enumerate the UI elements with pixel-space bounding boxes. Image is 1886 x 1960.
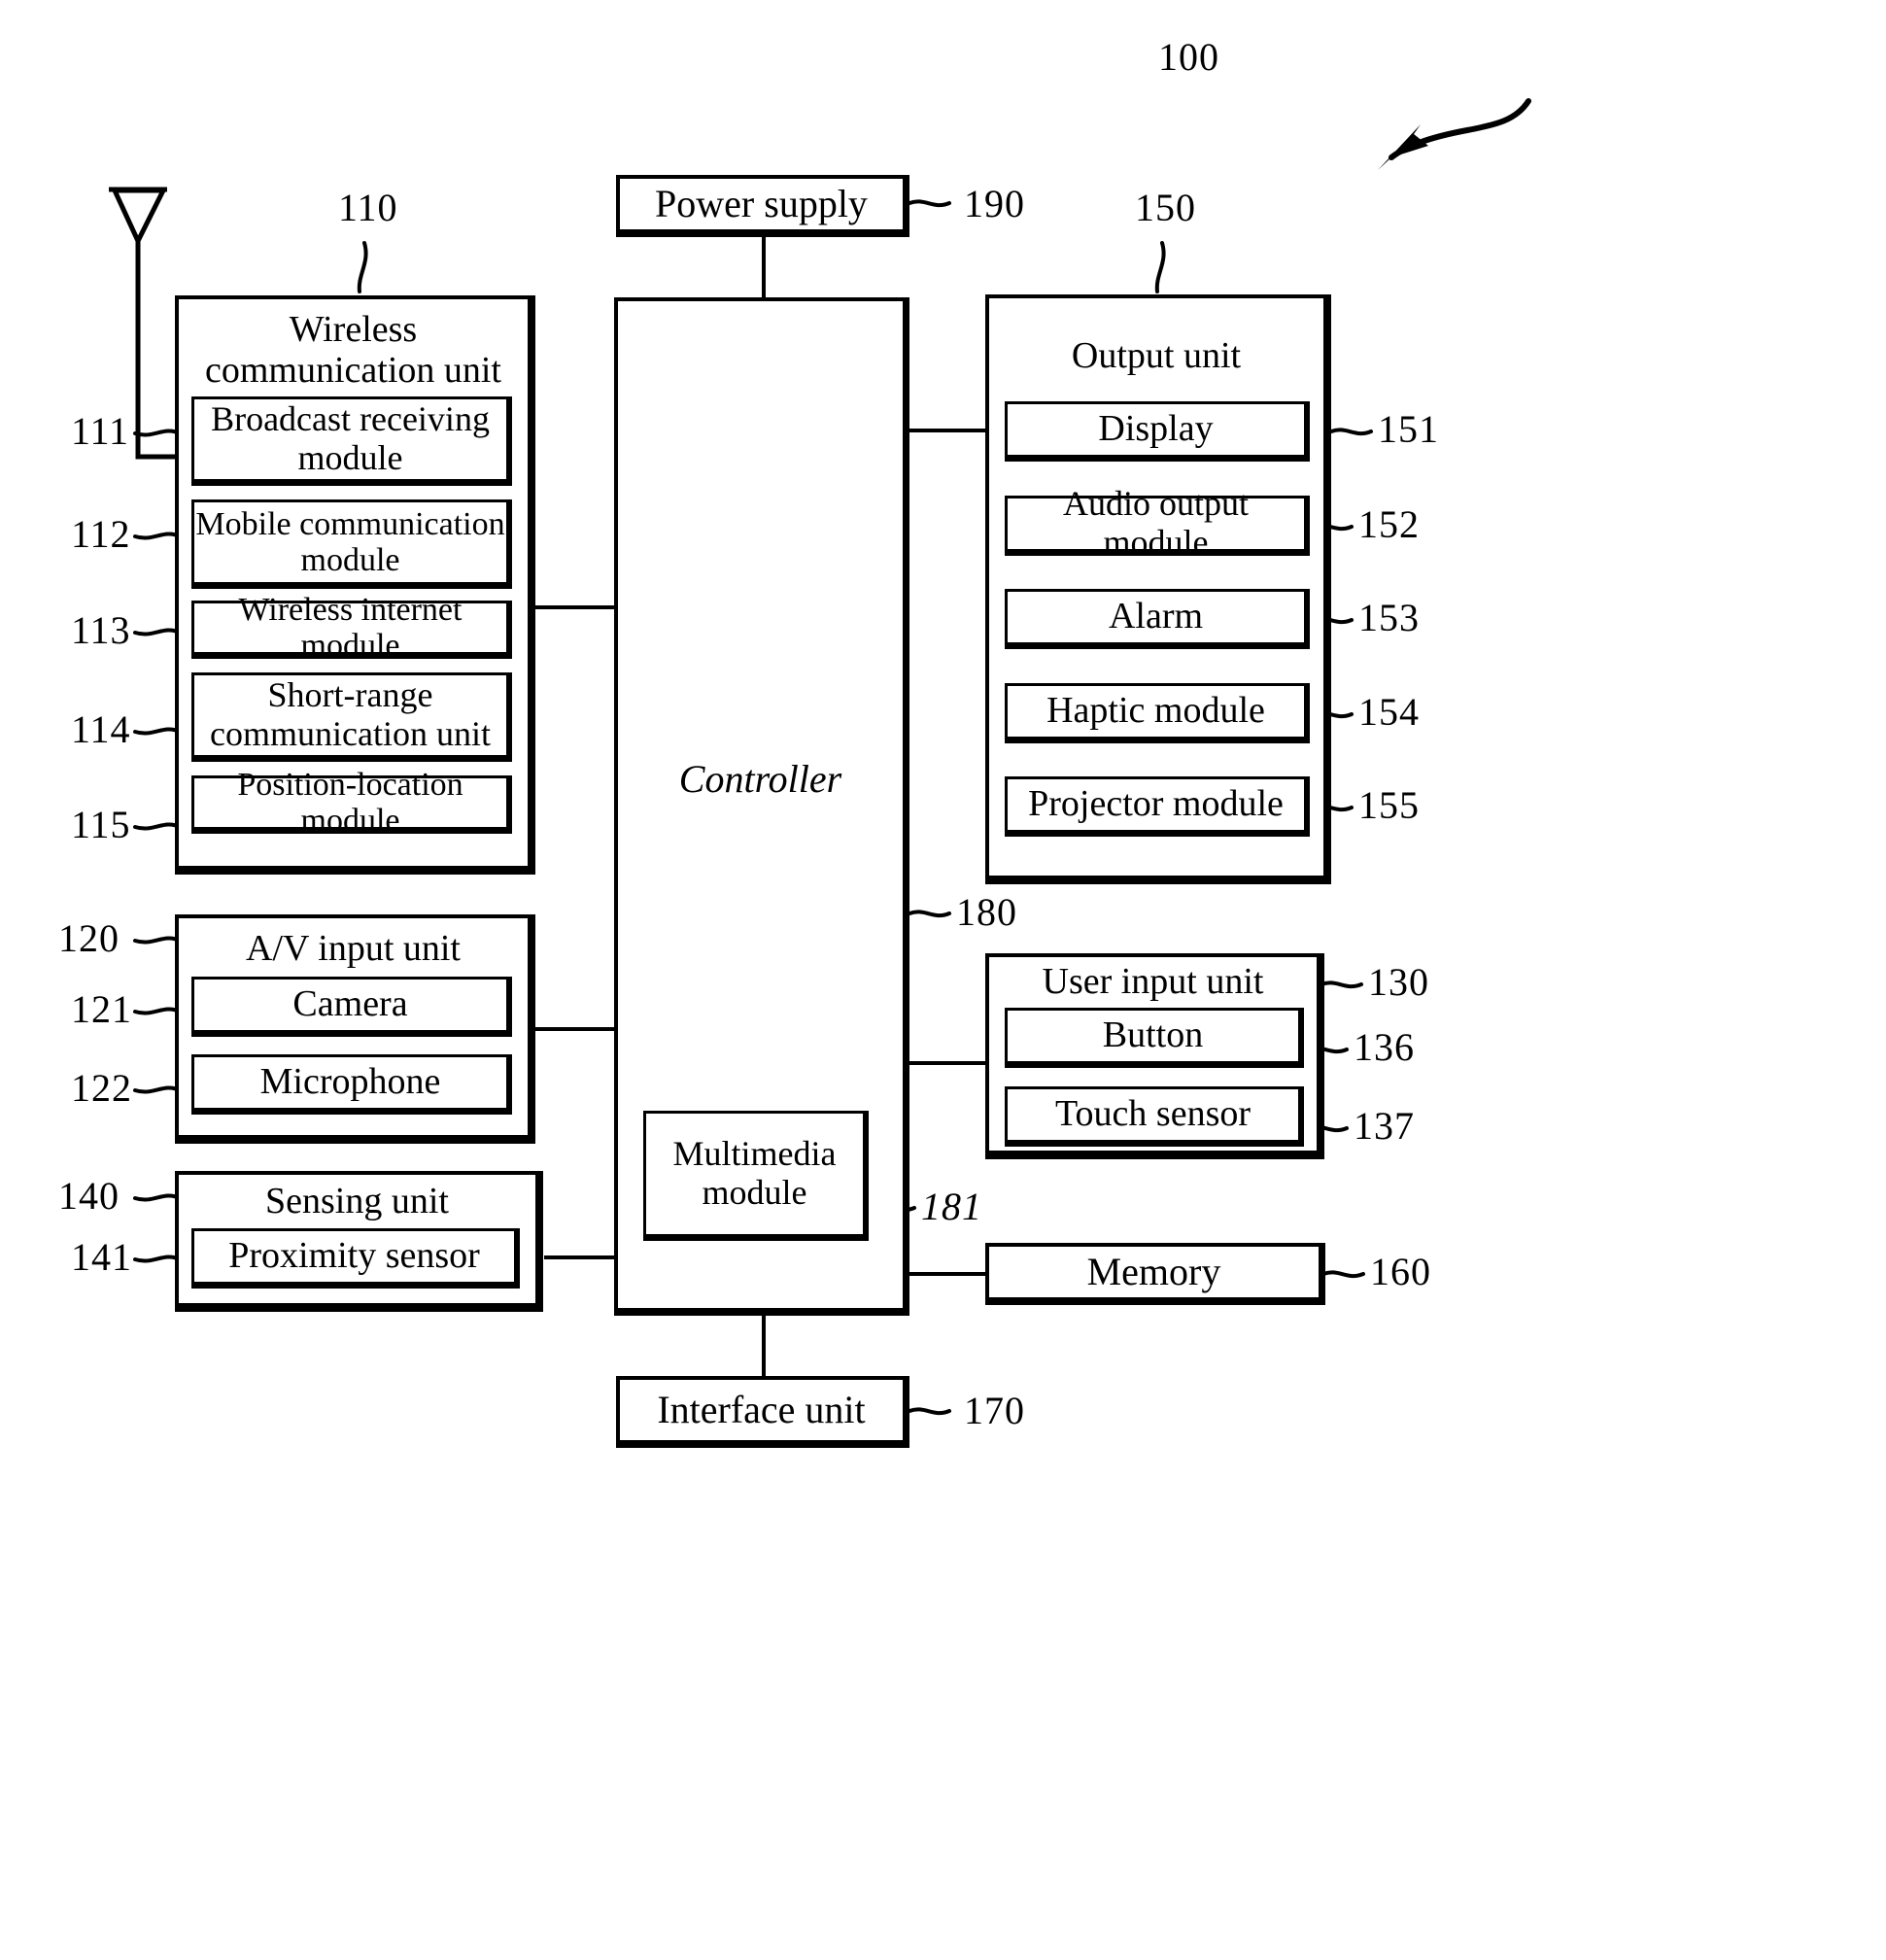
sensing-unit-title: Sensing unit — [265, 1181, 449, 1221]
wireless-internet-module-block[interactable]: Wireless internet module — [191, 592, 512, 664]
short-range-communication-unit-block[interactable]: Short-range communication unit — [191, 672, 512, 762]
projector-module-label: Projector module — [1028, 783, 1284, 825]
output-unit-block[interactable]: Output unit Display Audio output module … — [985, 294, 1331, 884]
button-block[interactable]: Button — [1005, 1008, 1304, 1068]
projector-module-block[interactable]: Projector module — [1005, 776, 1310, 837]
ref-180: 180 — [956, 890, 1017, 934]
ref-181: 181 — [921, 1185, 982, 1228]
ref-154: 154 — [1358, 690, 1420, 734]
interface-unit-block[interactable]: Interface unit — [616, 1376, 909, 1448]
sensing-unit-block[interactable]: Sensing unit Proximity sensor — [175, 1171, 543, 1312]
power-supply-block[interactable]: Power supply — [616, 175, 909, 237]
ref-150: 150 — [1135, 186, 1196, 229]
ref-114: 114 — [71, 707, 131, 751]
ref-190: 190 — [964, 182, 1025, 225]
av-input-unit-title: A/V input unit — [246, 928, 461, 969]
alarm-block[interactable]: Alarm — [1005, 589, 1310, 649]
ref-140: 140 — [58, 1174, 120, 1218]
wireless-internet-module-label: Wireless internet module — [238, 591, 463, 664]
ref-100: 100 — [1158, 35, 1219, 79]
ref-153: 153 — [1358, 596, 1420, 639]
ref-115: 115 — [71, 803, 131, 846]
av-input-unit-block[interactable]: A/V input unit Camera Microphone — [175, 914, 535, 1144]
short-range-communication-unit-label-line1: Short-range — [267, 675, 433, 715]
wireless-communication-unit-block[interactable]: Wireless communication unit Broadcast re… — [175, 295, 535, 875]
multimedia-module-label-line1: Multimedia — [672, 1134, 837, 1174]
microphone-block[interactable]: Microphone — [191, 1054, 512, 1115]
ref-141: 141 — [71, 1235, 132, 1279]
display-block[interactable]: Display — [1005, 401, 1310, 462]
ref-136: 136 — [1354, 1025, 1415, 1069]
alarm-label: Alarm — [1108, 596, 1204, 637]
camera-block[interactable]: Camera — [191, 977, 512, 1037]
mobile-communication-module-block[interactable]: Mobile communication module — [191, 499, 512, 589]
proximity-sensor-label: Proximity sensor — [228, 1235, 480, 1277]
touch-sensor-block[interactable]: Touch sensor — [1005, 1086, 1304, 1147]
controller-block[interactable]: Controller Multimedia module — [614, 297, 909, 1316]
ref-121: 121 — [71, 987, 132, 1031]
memory-label: Memory — [1086, 1249, 1221, 1293]
ref-151: 151 — [1378, 407, 1439, 451]
ref-155: 155 — [1358, 783, 1420, 827]
broadcast-receiving-module-label-line2: module — [297, 438, 403, 477]
microphone-label: Microphone — [259, 1061, 441, 1103]
ref-137: 137 — [1354, 1104, 1415, 1148]
haptic-module-block[interactable]: Haptic module — [1005, 683, 1310, 743]
ref-122: 122 — [71, 1066, 132, 1110]
multimedia-module-label-line2: module — [702, 1173, 807, 1212]
proximity-sensor-block[interactable]: Proximity sensor — [191, 1228, 520, 1289]
wireless-communication-unit-title-line1: Wireless — [289, 309, 418, 350]
ref-110: 110 — [338, 186, 398, 229]
ref-152: 152 — [1358, 502, 1420, 546]
ref-111: 111 — [71, 409, 130, 453]
ref-112: 112 — [71, 512, 131, 556]
broadcast-receiving-module-block[interactable]: Broadcast receiving module — [191, 396, 512, 486]
mobile-communication-module-label-line2: module — [300, 542, 400, 578]
ref-160: 160 — [1370, 1250, 1431, 1293]
ref-113: 113 — [71, 608, 131, 652]
interface-unit-label: Interface unit — [657, 1387, 866, 1431]
memory-block[interactable]: Memory — [985, 1243, 1325, 1305]
ref-130: 130 — [1368, 960, 1429, 1004]
position-location-module-label: Position-location module — [237, 766, 463, 839]
ref-120: 120 — [58, 916, 120, 960]
multimedia-module-block[interactable]: Multimedia module — [643, 1111, 869, 1241]
position-location-module-block[interactable]: Position-location module — [191, 767, 512, 839]
short-range-communication-unit-label-line2: communication unit — [210, 714, 491, 753]
display-label: Display — [1098, 408, 1214, 450]
wireless-communication-unit-title-line2: communication unit — [204, 350, 501, 391]
audio-output-module-block[interactable]: Audio output module — [1005, 485, 1310, 562]
controller-label: Controller — [678, 757, 842, 801]
user-input-unit-block[interactable]: User input unit Button Touch sensor — [985, 953, 1324, 1159]
audio-output-module-label: Audio output module — [1062, 484, 1249, 562]
patent-figure-page: 100 110 150 190 111 112 113 114 115 120 … — [0, 0, 1886, 1960]
camera-label: Camera — [292, 983, 408, 1025]
touch-sensor-label: Touch sensor — [1054, 1093, 1252, 1135]
broadcast-receiving-module-label-line1: Broadcast receiving — [211, 399, 490, 439]
haptic-module-label: Haptic module — [1046, 690, 1265, 732]
button-label: Button — [1102, 1014, 1204, 1056]
ref-170: 170 — [964, 1389, 1025, 1432]
output-unit-title: Output unit — [1071, 335, 1242, 376]
user-input-unit-title: User input unit — [1042, 961, 1264, 1002]
mobile-communication-module-label-line1: Mobile communication — [195, 505, 505, 542]
power-supply-label: Power supply — [655, 181, 868, 225]
